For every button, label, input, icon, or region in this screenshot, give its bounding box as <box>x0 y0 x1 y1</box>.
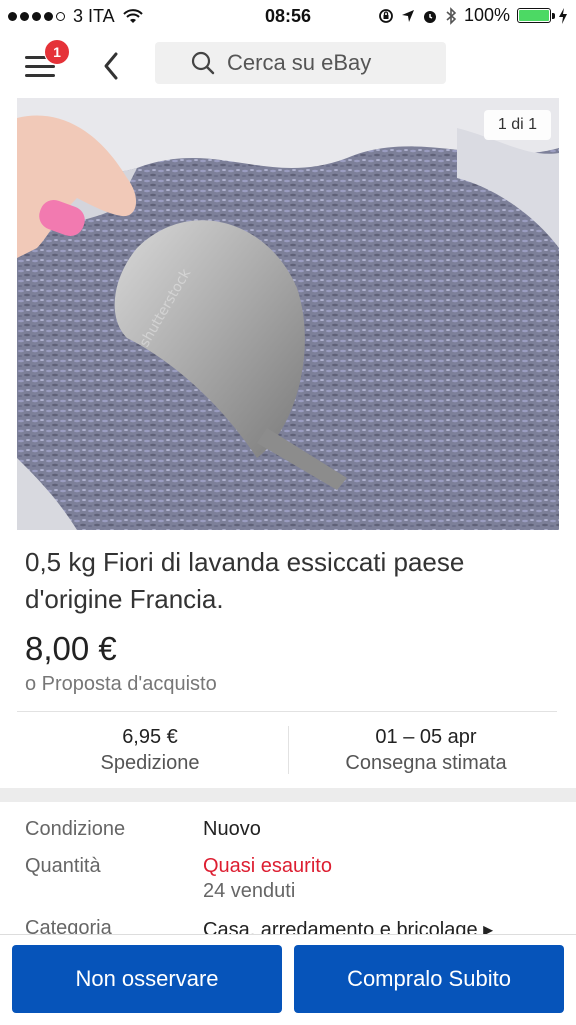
app-header: 1 Cerca su eBay <box>0 34 576 98</box>
battery-percent: 100% <box>463 5 510 25</box>
image-counter: 1 di 1 <box>483 110 551 140</box>
section-separator <box>0 788 576 802</box>
status-icons: 100% <box>378 5 568 26</box>
location-icon <box>401 9 414 22</box>
category-label: Categoria <box>25 917 112 934</box>
bluetooth-icon <box>446 6 457 25</box>
charging-icon <box>559 7 567 24</box>
notification-badge: 1 <box>44 39 70 65</box>
delivery-dates: 01 – 05 apr <box>375 726 477 748</box>
product-image[interactable]: shutterstock 1 di 1 <box>17 98 559 530</box>
divider <box>288 726 289 774</box>
listing-title: 0,5 kg Fiori di lavanda essiccati paese … <box>25 547 465 614</box>
battery-icon <box>517 8 555 23</box>
search-placeholder: Cerca su eBay <box>227 50 372 75</box>
search-icon <box>191 51 215 75</box>
alarm-icon <box>423 10 436 23</box>
condition-value: Nuovo <box>203 818 261 840</box>
category-value: Casa, arredamento e bricolage ▸ <box>203 919 494 934</box>
quantity-label: Quantità <box>25 855 101 877</box>
quantity-sold: 24 venduti <box>203 880 296 902</box>
lavender-photo: shutterstock <box>17 98 559 530</box>
back-button[interactable] <box>96 48 128 84</box>
divider <box>17 711 557 712</box>
shipping-cost-block: 6,95 € Spedizione <box>30 726 270 775</box>
quantity-status: Quasi esaurito <box>203 855 332 877</box>
rotation-lock-icon <box>379 8 393 23</box>
best-offer-text: o Proposta d'acquisto <box>25 673 217 695</box>
unwatch-button[interactable]: Non osservare <box>12 945 282 1013</box>
category-row[interactable]: Categoria Casa, arredamento e bricolage … <box>0 915 576 934</box>
search-input[interactable]: Cerca su eBay <box>155 42 446 84</box>
chevron-left-icon <box>104 52 118 80</box>
buy-now-button[interactable]: Compralo Subito <box>294 945 564 1013</box>
action-bar: Non osservare Compralo Subito <box>0 934 576 1025</box>
delivery-estimate-block: 01 – 05 apr Consegna stimata <box>296 726 556 775</box>
listing-price: 8,00 € <box>25 630 117 667</box>
status-bar: 3 ITA 08:56 100% <box>0 0 576 34</box>
shipping-cost-label: Spedizione <box>100 752 200 774</box>
condition-label: Condizione <box>25 818 126 840</box>
delivery-label: Consegna stimata <box>345 752 507 774</box>
shipping-cost: 6,95 € <box>122 726 178 748</box>
